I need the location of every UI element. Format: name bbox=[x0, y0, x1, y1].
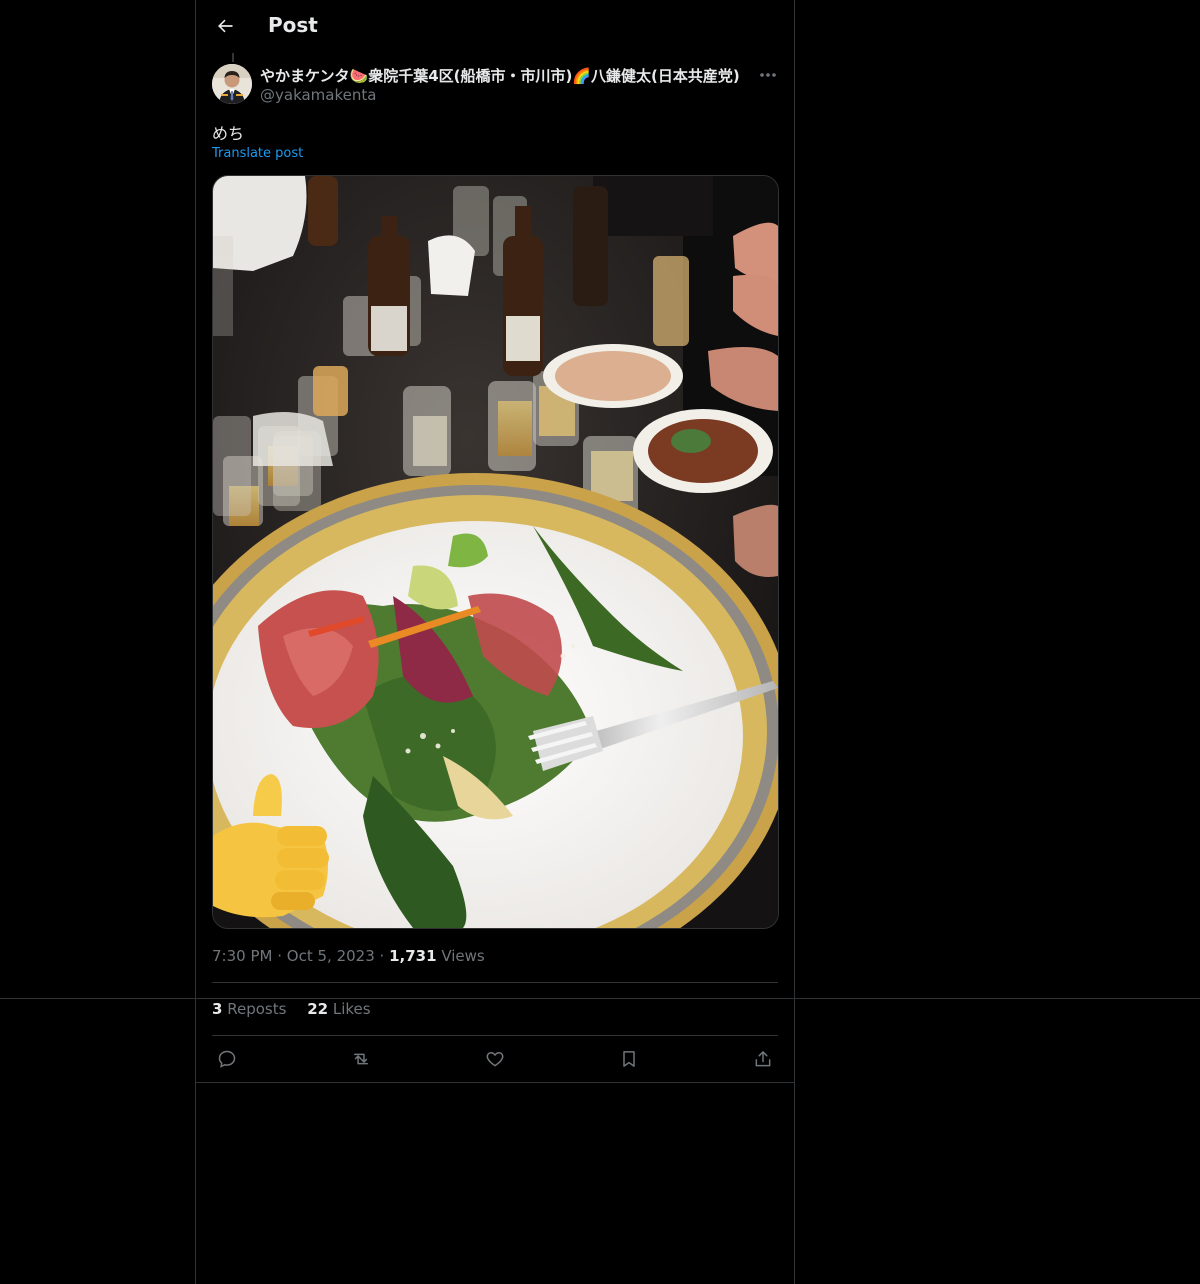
main-column: Post やかまケンタ🍉衆院千葉4区(船橋市・市川市)🌈八鎌健太(日本共産党) … bbox=[195, 0, 795, 1284]
divider bbox=[196, 1082, 794, 1083]
page-title: Post bbox=[268, 13, 318, 37]
post-text: めち bbox=[212, 124, 245, 143]
heart-icon bbox=[486, 1052, 504, 1067]
reposts-count: 3 bbox=[212, 1000, 223, 1018]
likes-label: Likes bbox=[332, 1000, 371, 1018]
views-label: Views bbox=[441, 947, 485, 965]
arrow-left-icon bbox=[218, 19, 233, 33]
post-time[interactable]: 7:30 PM bbox=[212, 947, 272, 965]
thread-connector bbox=[232, 53, 234, 62]
repost-icon bbox=[354, 1053, 368, 1065]
header: Post bbox=[196, 0, 794, 53]
translate-post-link[interactable]: Translate post bbox=[212, 146, 303, 161]
meta-separator: · bbox=[277, 947, 287, 965]
meta-separator: · bbox=[379, 947, 390, 965]
repost-button[interactable] bbox=[346, 1044, 376, 1074]
avatar[interactable] bbox=[212, 64, 252, 104]
divider bbox=[212, 1035, 778, 1036]
divider bbox=[212, 982, 778, 983]
share-button[interactable] bbox=[748, 1044, 778, 1074]
views-count: 1,731 bbox=[389, 947, 437, 965]
action-bar bbox=[212, 1044, 778, 1074]
author-handle[interactable]: @yakamakenta bbox=[260, 86, 376, 104]
post-stats: 3 Reposts 22 Likes bbox=[212, 1000, 387, 1018]
reply-icon bbox=[218, 1050, 236, 1068]
bookmark-icon bbox=[623, 1051, 635, 1067]
post-date[interactable]: Oct 5, 2023 bbox=[287, 947, 375, 965]
reposts-stat[interactable]: 3 Reposts bbox=[212, 1000, 286, 1018]
like-button[interactable] bbox=[480, 1044, 510, 1074]
post-meta: 7:30 PM · Oct 5, 2023 · 1,731 Views bbox=[212, 947, 485, 965]
likes-count: 22 bbox=[307, 1000, 329, 1018]
back-button[interactable] bbox=[208, 9, 242, 43]
reply-button[interactable] bbox=[212, 1044, 242, 1074]
likes-stat[interactable]: 22 Likes bbox=[307, 1000, 370, 1018]
author-display-name[interactable]: やかまケンタ🍉衆院千葉4区(船橋市・市川市)🌈八鎌健太(日本共産党) bbox=[260, 65, 740, 86]
more-options-button[interactable] bbox=[756, 64, 780, 86]
more-horizontal-icon bbox=[760, 73, 776, 77]
share-icon bbox=[755, 1051, 771, 1067]
reposts-label: Reposts bbox=[227, 1000, 287, 1018]
bookmark-button[interactable] bbox=[614, 1044, 644, 1074]
post-image[interactable] bbox=[212, 175, 779, 929]
page: Post やかまケンタ🍉衆院千葉4区(船橋市・市川市)🌈八鎌健太(日本共産党) … bbox=[0, 0, 1200, 1284]
